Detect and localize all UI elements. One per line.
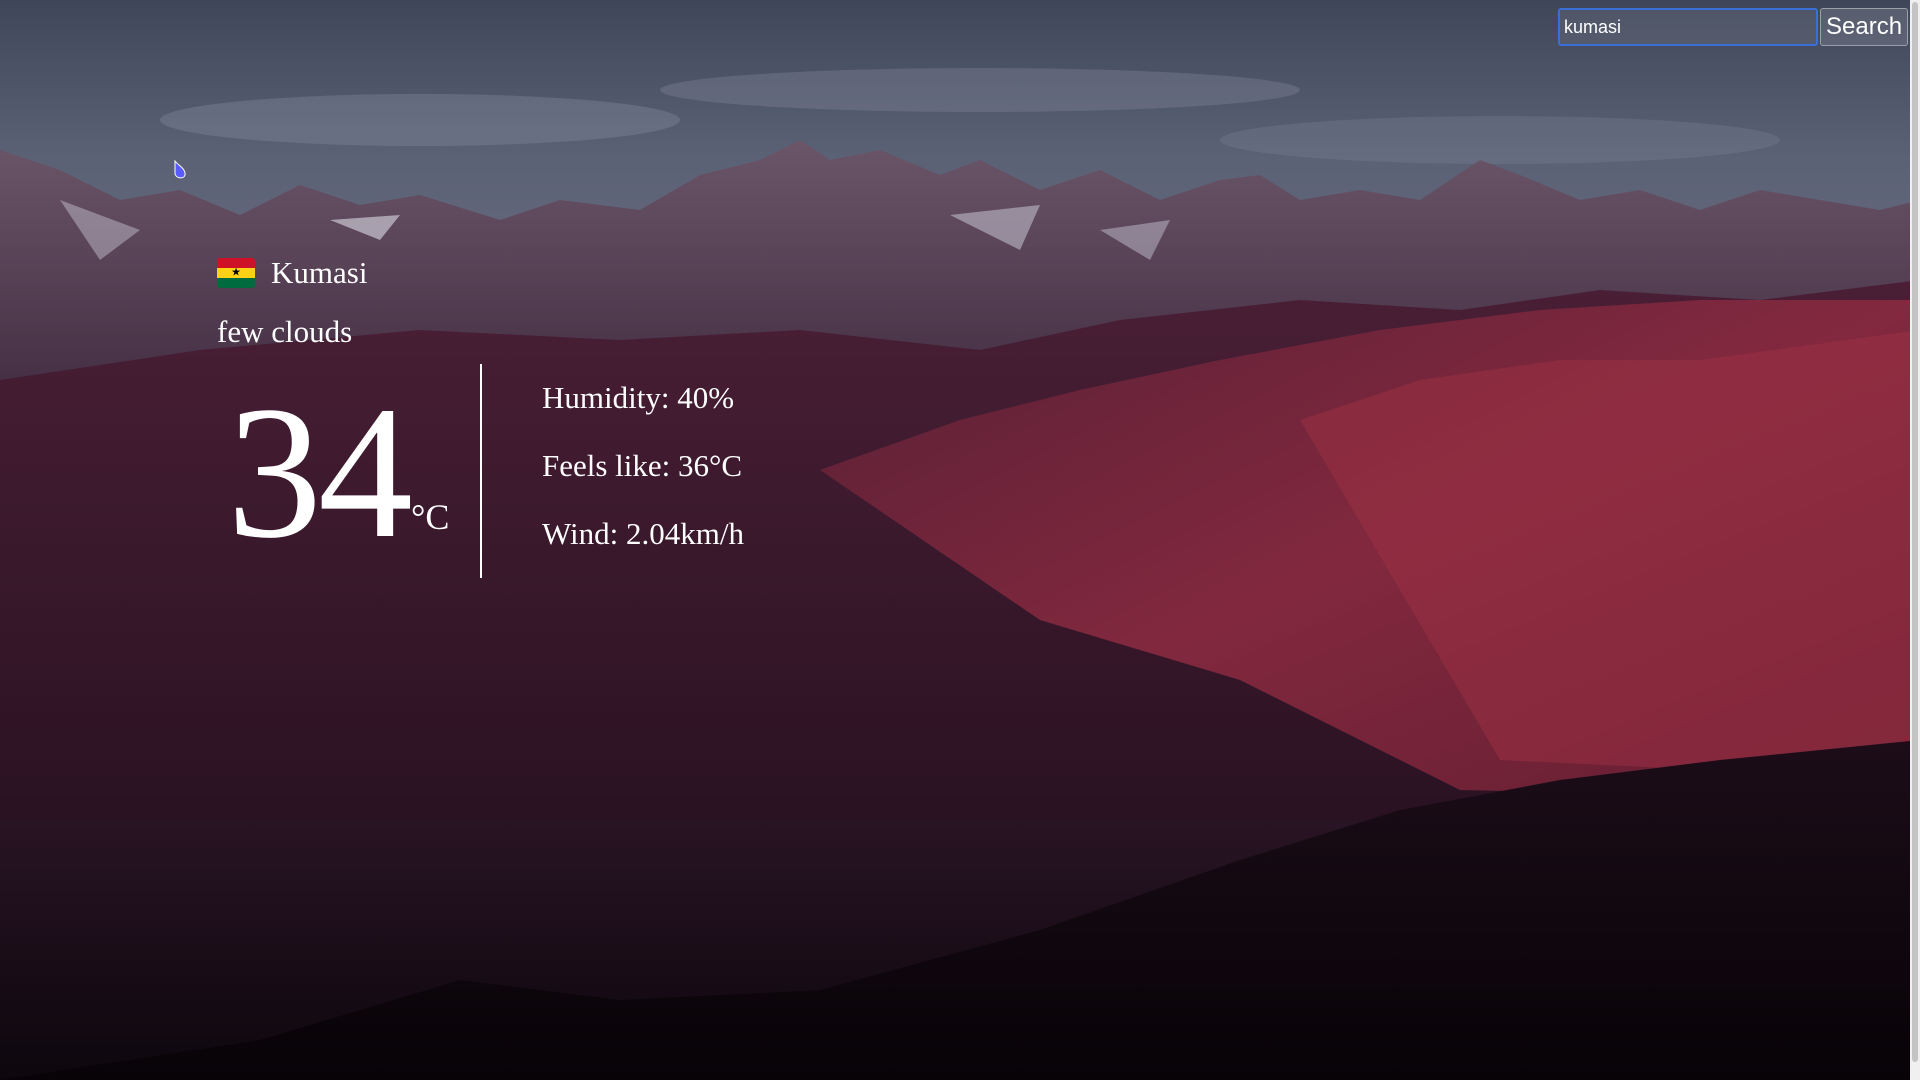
temperature-display: 34 °C bbox=[227, 364, 449, 580]
weather-main: 34 °C Humidity: 40% Feels like: 36°C Win… bbox=[217, 364, 744, 580]
weather-description: few clouds bbox=[217, 314, 353, 349]
location-row: ★ Kumasi bbox=[217, 250, 367, 296]
weather-details: Humidity: 40% Feels like: 36°C Wind: 2.0… bbox=[542, 380, 744, 584]
temperature-value: 34 bbox=[227, 368, 413, 578]
scrollbar-thumb[interactable] bbox=[1912, 2, 1918, 1062]
page-scrollbar[interactable] bbox=[1910, 0, 1920, 1080]
temperature-unit: °C bbox=[411, 497, 450, 537]
weather-card: ★ Kumasi few clouds 34 °C Humidity: 40% … bbox=[217, 250, 744, 580]
search-bar: Search bbox=[1558, 8, 1909, 46]
city-search-input[interactable] bbox=[1558, 8, 1818, 46]
mouse-cursor-icon bbox=[174, 160, 186, 179]
wind-text: Wind: 2.04km/h bbox=[542, 516, 744, 551]
feels-like-text: Feels like: 36°C bbox=[542, 448, 743, 483]
city-name: Kumasi bbox=[271, 255, 368, 290]
search-button[interactable]: Search bbox=[1820, 8, 1909, 46]
humidity-text: Humidity: 40% bbox=[542, 380, 735, 415]
vertical-divider bbox=[480, 364, 482, 578]
ghana-flag-icon: ★ bbox=[217, 258, 255, 288]
weather-app: Search ★ Kumasi few clouds 34 °C Humidit… bbox=[0, 0, 1920, 1080]
